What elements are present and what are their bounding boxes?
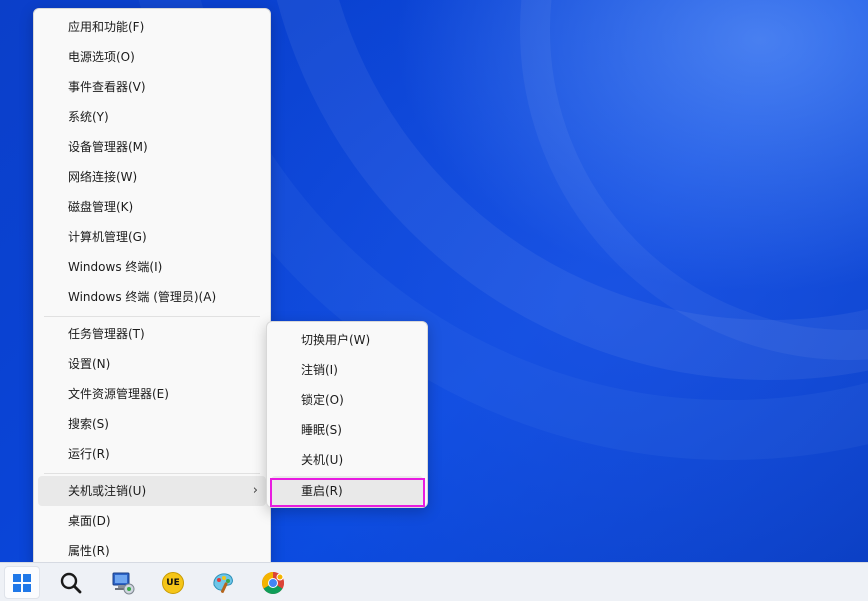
submenu-item-label: 重启(R): [301, 484, 343, 498]
paint-icon: [213, 572, 233, 593]
menu-item-label: 应用和功能(F): [68, 20, 145, 34]
submenu-item-label: 切换用户(W): [301, 333, 371, 347]
menu-item-label: 系统(Y): [68, 110, 109, 124]
menu-item-event-viewer[interactable]: 事件查看器(V): [38, 72, 266, 102]
menu-item-label: 搜索(S): [68, 417, 109, 431]
menu-item-label: 事件查看器(V): [68, 80, 146, 94]
ue-editor-app-button[interactable]: UE: [155, 566, 191, 599]
menu-item-search[interactable]: 搜索(S): [38, 409, 266, 439]
menu-item-disk-management[interactable]: 磁盘管理(K): [38, 192, 266, 222]
menu-item-label: 运行(R): [68, 447, 110, 461]
menu-item-label: 设置(N): [68, 357, 111, 371]
winx-context-menu: 应用和功能(F) 电源选项(O) 事件查看器(V) 系统(Y) 设备管理器(M)…: [33, 8, 271, 568]
menu-separator: [44, 473, 260, 474]
search-icon: [60, 572, 82, 593]
chrome-icon: [262, 571, 284, 594]
menu-item-windows-terminal-admin[interactable]: Windows 终端 (管理员)(A): [38, 282, 266, 312]
submenu-item-sleep[interactable]: 睡眠(S): [271, 415, 423, 445]
network-computer-icon: [112, 572, 135, 594]
menu-item-settings[interactable]: 设置(N): [38, 349, 266, 379]
network-computer-app-button[interactable]: [105, 566, 141, 599]
menu-item-label: 计算机管理(G): [68, 230, 147, 244]
menu-item-label: 网络连接(W): [68, 170, 138, 184]
submenu-item-switch-user[interactable]: 切换用户(W): [271, 325, 423, 355]
menu-item-label: 文件资源管理器(E): [68, 387, 169, 401]
menu-item-task-manager[interactable]: 任务管理器(T): [38, 319, 266, 349]
submenu-item-sign-out[interactable]: 注销(I): [271, 355, 423, 385]
chevron-right-icon: ›: [252, 483, 258, 498]
chrome-app-button[interactable]: [255, 566, 291, 599]
menu-item-label: 桌面(D): [68, 514, 111, 528]
menu-item-label: 设备管理器(M): [68, 140, 148, 154]
menu-item-system[interactable]: 系统(Y): [38, 102, 266, 132]
submenu-item-restart[interactable]: 重启(R): [271, 476, 423, 506]
menu-item-file-explorer[interactable]: 文件资源管理器(E): [38, 379, 266, 409]
taskbar: UE: [0, 562, 868, 601]
menu-item-power-options[interactable]: 电源选项(O): [38, 42, 266, 72]
menu-item-computer-management[interactable]: 计算机管理(G): [38, 222, 266, 252]
menu-item-label: 关机或注销(U): [68, 484, 147, 498]
submenu-item-label: 注销(I): [301, 363, 338, 377]
submenu-item-label: 锁定(O): [301, 393, 344, 407]
submenu-item-label: 关机(U): [301, 453, 344, 467]
menu-item-label: 电源选项(O): [68, 50, 135, 64]
submenu-item-label: 睡眠(S): [301, 423, 342, 437]
start-button[interactable]: [4, 566, 40, 599]
menu-item-label: 磁盘管理(K): [68, 200, 134, 214]
menu-separator: [44, 316, 260, 317]
menu-item-label: 任务管理器(T): [68, 327, 145, 341]
menu-item-apps-features[interactable]: 应用和功能(F): [38, 12, 266, 42]
submenu-item-shut-down[interactable]: 关机(U): [271, 445, 423, 475]
menu-item-network-connections[interactable]: 网络连接(W): [38, 162, 266, 192]
menu-item-desktop[interactable]: 桌面(D): [38, 506, 266, 536]
menu-item-shutdown-signout[interactable]: 关机或注销(U) ›: [38, 476, 266, 506]
ue-editor-icon: UE: [162, 571, 184, 594]
menu-item-run[interactable]: 运行(R): [38, 439, 266, 469]
submenu-item-lock[interactable]: 锁定(O): [271, 385, 423, 415]
menu-item-label: Windows 终端(I): [68, 260, 163, 274]
paint-app-button[interactable]: [205, 566, 241, 599]
menu-item-device-manager[interactable]: 设备管理器(M): [38, 132, 266, 162]
menu-item-windows-terminal[interactable]: Windows 终端(I): [38, 252, 266, 282]
start-icon: [13, 573, 31, 592]
menu-item-label: Windows 终端 (管理员)(A): [68, 290, 217, 304]
shutdown-submenu: 切换用户(W) 注销(I) 锁定(O) 睡眠(S) 关机(U) 重启(R): [266, 321, 428, 508]
search-button[interactable]: [53, 566, 89, 599]
